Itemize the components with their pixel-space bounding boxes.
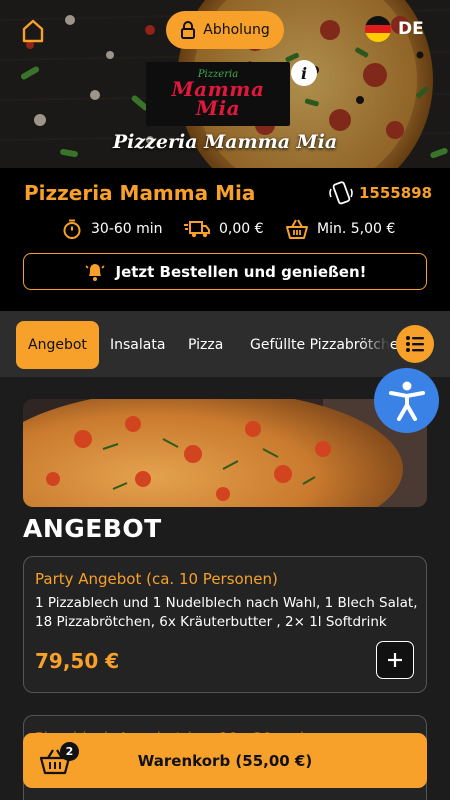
add-to-cart-button[interactable]: [376, 641, 414, 679]
phone-link[interactable]: 1555898: [328, 180, 432, 206]
order-now-label: Jetzt Bestellen und genießen!: [115, 262, 367, 281]
timer-icon: [63, 219, 81, 239]
german-flag-icon: [365, 16, 391, 42]
delivery-time: 30-60 min: [61, 218, 163, 240]
hero-caption: Pizzeria Mamma Mia: [112, 131, 338, 153]
list-icon: [406, 336, 424, 352]
delivery-time-value: 30-60 min: [91, 221, 163, 237]
delivery-fee: 0,00 €: [183, 218, 264, 240]
min-order-value: Min. 5,00 €: [317, 221, 396, 237]
accessibility-icon: [388, 381, 425, 421]
category-banner-image: [23, 399, 427, 507]
product-name: Party Angebot (ca. 10 Personen): [35, 570, 278, 588]
product-description: 1 Pizzablech und 1 Nudelblech nach Wahl,…: [35, 595, 418, 630]
plus-icon: [388, 653, 402, 667]
restaurant-info: Pizzeria Mamma Mia 1555898 30-60 min 0,0…: [0, 168, 450, 308]
lock-icon: [181, 21, 196, 39]
info-icon: i: [300, 63, 308, 83]
delivery-fee-value: 0,00 €: [219, 221, 264, 237]
product-card[interactable]: Party Angebot (ca. 10 Personen) 1 Pizzab…: [23, 556, 427, 693]
tab-label: Angebot: [28, 337, 87, 353]
restaurant-name: Pizzeria Mamma Mia: [24, 181, 256, 205]
phone-icon: [329, 181, 353, 205]
tab-label: Pizza: [188, 337, 224, 353]
pickup-mode-button[interactable]: Abholung: [166, 11, 284, 49]
pizza-photo: [23, 399, 427, 507]
cart-count-badge: 2: [60, 742, 79, 761]
section-title: ANGEBOT: [23, 514, 162, 543]
home-icon: [22, 19, 44, 43]
pickup-mode-label: Abholung: [203, 22, 270, 38]
tab-label: Insalata: [110, 337, 166, 353]
tab-insalata[interactable]: Insalata: [110, 321, 165, 369]
category-list-button[interactable]: [396, 325, 434, 363]
home-button[interactable]: [18, 16, 48, 46]
restaurant-logo: Pizzeria Mamma Mia: [146, 62, 290, 126]
accessibility-button[interactable]: [374, 368, 439, 433]
language-selector[interactable]: DE: [365, 16, 424, 42]
category-tabs: Angebot Insalata Pizza Gefüllte Pizzabrö…: [0, 311, 450, 377]
tabs-fade: [360, 311, 390, 377]
product-price: 79,50 €: [35, 649, 120, 673]
delivery-truck-icon: [184, 221, 210, 238]
basket-icon: [286, 219, 308, 239]
language-label: DE: [398, 19, 424, 39]
order-now-button[interactable]: Jetzt Bestellen und genießen!: [23, 253, 427, 290]
phone-number: 1555898: [359, 184, 433, 202]
cart-label: Warenkorb (55,00 €): [137, 751, 313, 770]
tab-angebot[interactable]: Angebot: [16, 321, 99, 369]
logo-line-2: Mia: [195, 96, 241, 120]
bell-icon: [84, 263, 105, 281]
restaurant-meta: 30-60 min 0,00 € Min. 5,00 €: [0, 218, 450, 244]
cart-button[interactable]: 2 Warenkorb (55,00 €): [23, 733, 427, 788]
info-button[interactable]: i: [291, 60, 317, 86]
min-order: Min. 5,00 €: [285, 218, 395, 240]
tab-pizza[interactable]: Pizza: [188, 321, 223, 369]
